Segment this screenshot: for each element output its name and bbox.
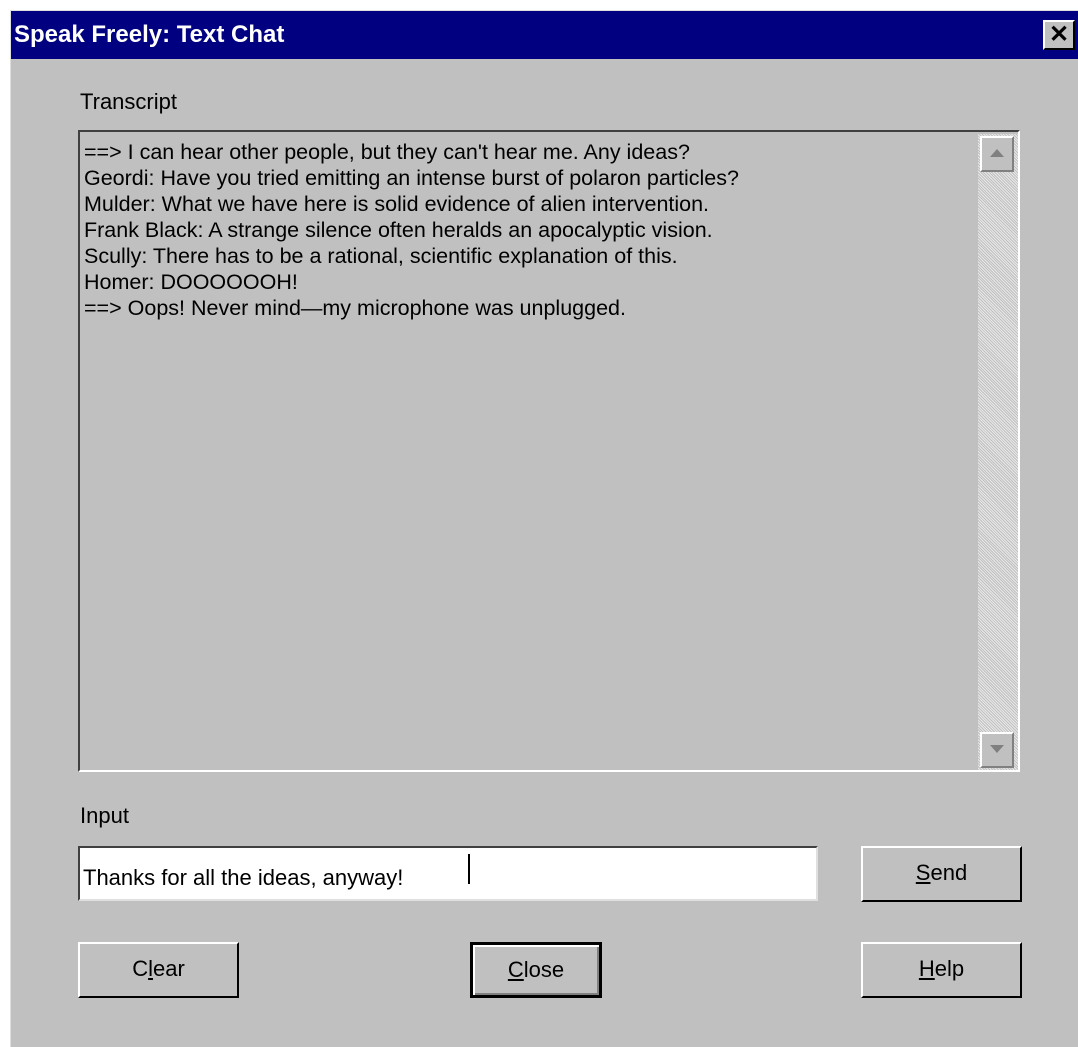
transcript-lines: ==> I can hear other people, but they ca… bbox=[84, 139, 974, 321]
text-caret bbox=[468, 854, 470, 884]
close-window-button[interactable]: ✕ bbox=[1043, 20, 1075, 50]
triangle-down-icon bbox=[990, 745, 1004, 753]
chat-input[interactable] bbox=[78, 846, 818, 901]
transcript-line: ==> Oops! Never mind—my microphone was u… bbox=[84, 296, 626, 320]
scroll-up-button[interactable] bbox=[980, 136, 1014, 172]
clear-button[interactable]: Clear bbox=[78, 942, 239, 998]
transcript-line: ==> I can hear other people, but they ca… bbox=[84, 140, 690, 164]
transcript-scrollbar[interactable] bbox=[978, 134, 1018, 770]
transcript-label: Transcript bbox=[80, 89, 177, 114]
close-mnemonic: C bbox=[507, 957, 524, 982]
scroll-down-button[interactable] bbox=[980, 732, 1014, 768]
close-button[interactable]: Close bbox=[470, 942, 602, 998]
title-bar[interactable]: Speak Freely: Text Chat ✕ bbox=[11, 11, 1078, 59]
help-button[interactable]: Help bbox=[861, 942, 1022, 998]
triangle-up-icon bbox=[990, 149, 1004, 157]
transcript-line: Scully: There has to be a rational, scie… bbox=[84, 244, 678, 268]
text-chat-dialog: Speak Freely: Text Chat ✕ Transcript ==>… bbox=[10, 10, 1078, 1047]
send-label-rest: end bbox=[930, 860, 968, 885]
help-label-rest: elp bbox=[934, 956, 965, 981]
clear-label-pre: C bbox=[132, 956, 149, 981]
transcript-line: Geordi: Have you tried emitting an inten… bbox=[84, 166, 739, 190]
close-icon: ✕ bbox=[1048, 21, 1070, 48]
window-title: Speak Freely: Text Chat bbox=[14, 21, 285, 48]
close-label-rest: lose bbox=[523, 957, 565, 982]
transcript-box[interactable]: ==> I can hear other people, but they ca… bbox=[78, 130, 1020, 772]
transcript-line: Mulder: What we have here is solid evide… bbox=[84, 192, 710, 216]
help-mnemonic: H bbox=[918, 956, 935, 981]
transcript-line: Frank Black: A strange silence often her… bbox=[84, 218, 713, 242]
input-label: Input bbox=[80, 803, 129, 828]
transcript-line: Homer: DOOOOOOH! bbox=[84, 270, 298, 294]
send-button[interactable]: Send bbox=[861, 846, 1022, 902]
clear-label-rest: ear bbox=[152, 956, 185, 981]
send-mnemonic: S bbox=[915, 860, 931, 885]
